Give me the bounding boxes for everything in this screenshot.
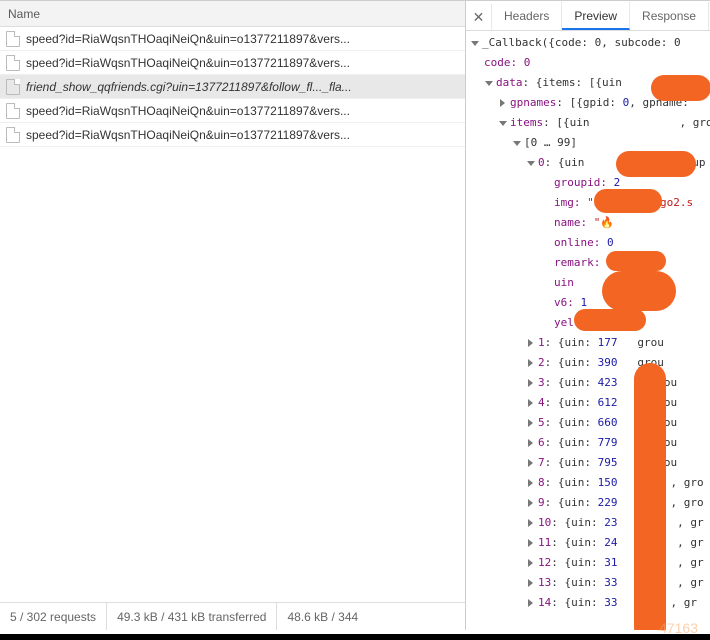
chevron-right-icon[interactable]: [526, 518, 536, 528]
tab-response[interactable]: Response: [630, 2, 709, 30]
chevron-down-icon[interactable]: [526, 158, 536, 168]
request-row[interactable]: speed?id=RiaWqsnTHOaqiNeiQn&uin=o1377211…: [0, 27, 465, 51]
tree-row-item[interactable]: 1: {uin: 177 grou: [470, 333, 710, 353]
request-row[interactable]: speed?id=RiaWqsnTHOaqiNeiQn&uin=o1377211…: [0, 99, 465, 123]
tree-row-online[interactable]: online: 0: [470, 233, 710, 253]
tree-row-item[interactable]: 3: {uin: 423 , grou: [470, 373, 710, 393]
tree-row-name[interactable]: name: "🔥: [470, 213, 710, 233]
tree-row-range[interactable]: [0 … 99]: [470, 133, 710, 153]
tree-row-items[interactable]: items: [{uin , grou: [470, 113, 710, 133]
tab-headers[interactable]: Headers: [492, 2, 562, 30]
file-icon: [6, 55, 20, 71]
request-list: speed?id=RiaWqsnTHOaqiNeiQn&uin=o1377211…: [0, 27, 465, 602]
chevron-right-icon[interactable]: [498, 98, 508, 108]
file-icon: [6, 103, 20, 119]
tree-row-callback[interactable]: _Callback({code: 0, subcode: 0: [470, 33, 710, 53]
network-requests-panel: Name speed?id=RiaWqsnTHOaqiNeiQn&uin=o13…: [0, 1, 466, 630]
close-icon[interactable]: ✕: [466, 4, 492, 30]
file-icon: [6, 127, 20, 143]
tree-row-data[interactable]: data: {items: [{uin: [470, 73, 710, 93]
tree-row-item-0[interactable]: 0: {uin group: [470, 153, 710, 173]
chevron-right-icon[interactable]: [526, 418, 536, 428]
request-name: friend_show_qqfriends.cgi?uin=1377211897…: [26, 75, 352, 99]
status-requests: 5 / 302 requests: [0, 603, 107, 630]
tree-row-remark[interactable]: remark:: [470, 253, 710, 273]
chevron-right-icon[interactable]: [526, 478, 536, 488]
chevron-right-icon[interactable]: [526, 338, 536, 348]
tree-row-item[interactable]: 13: {uin: 33 72 , gr: [470, 573, 710, 593]
preview-content[interactable]: _Callback({code: 0, subcode: 0 code: 0 d…: [466, 31, 710, 630]
file-icon: [6, 79, 20, 95]
tree-row-yellow[interactable]: yellow: -1: [470, 313, 710, 333]
chevron-down-icon[interactable]: [484, 78, 494, 88]
tree-row-gpnames[interactable]: gpnames: [{gpid: 0, gpname:: [470, 93, 710, 113]
tree-row-item[interactable]: 12: {uin: 31 94 , gr: [470, 553, 710, 573]
tree-row-item[interactable]: 10: {uin: 23 09 , gr: [470, 513, 710, 533]
tree-row-item[interactable]: 7: {uin: 795 , grou: [470, 453, 710, 473]
chevron-right-icon[interactable]: [526, 538, 536, 548]
tree-row-code[interactable]: code: 0: [470, 53, 710, 73]
chevron-right-icon[interactable]: [526, 598, 536, 608]
tree-row-item[interactable]: 6: {uin: 779 , grou: [470, 433, 710, 453]
detail-panel: ✕ Headers Preview Response _Callback({co…: [466, 1, 710, 630]
request-name: speed?id=RiaWqsnTHOaqiNeiQn&uin=o1377211…: [26, 123, 350, 147]
tree-row-item[interactable]: 9: {uin: 229 0 , gro: [470, 493, 710, 513]
bottom-border: [0, 634, 710, 640]
request-row[interactable]: speed?id=RiaWqsnTHOaqiNeiQn&uin=o1377211…: [0, 51, 465, 75]
chevron-right-icon[interactable]: [526, 378, 536, 388]
tree-row-item[interactable]: 5: {uin: 660 , grou: [470, 413, 710, 433]
chevron-down-icon[interactable]: [498, 118, 508, 128]
tree-row-v6[interactable]: v6: 1: [470, 293, 710, 313]
column-header-name[interactable]: Name: [0, 1, 465, 27]
request-name: speed?id=RiaWqsnTHOaqiNeiQn&uin=o1377211…: [26, 99, 350, 123]
tree-row-item[interactable]: 4: {uin: 612 , grou: [470, 393, 710, 413]
status-resource: 48.6 kB / 344: [277, 603, 368, 630]
tab-preview[interactable]: Preview: [562, 2, 630, 30]
chevron-right-icon[interactable]: [526, 398, 536, 408]
tree-row-uin[interactable]: uin: [470, 273, 710, 293]
status-bar: 5 / 302 requests 49.3 kB / 431 kB transf…: [0, 602, 465, 630]
chevron-down-icon[interactable]: [512, 138, 522, 148]
chevron-right-icon[interactable]: [526, 558, 536, 568]
chevron-down-icon[interactable]: [470, 38, 480, 48]
chevron-right-icon[interactable]: [526, 458, 536, 468]
tree-row-item[interactable]: 8: {uin: 150 4 , gro: [470, 473, 710, 493]
request-row[interactable]: speed?id=RiaWqsnTHOaqiNeiQn&uin=o1377211…: [0, 123, 465, 147]
tree-row-img[interactable]: img: "http://qlogo2.s: [470, 193, 710, 213]
tree-row-item[interactable]: 14: {uin: 33 0 , gr: [470, 593, 710, 613]
request-name: speed?id=RiaWqsnTHOaqiNeiQn&uin=o1377211…: [26, 51, 350, 75]
tree-row-item[interactable]: 11: {uin: 24 28 , gr: [470, 533, 710, 553]
status-transferred: 49.3 kB / 431 kB transferred: [107, 603, 277, 630]
chevron-right-icon[interactable]: [526, 498, 536, 508]
file-icon: [6, 31, 20, 47]
request-name: speed?id=RiaWqsnTHOaqiNeiQn&uin=o1377211…: [26, 27, 350, 51]
chevron-right-icon[interactable]: [526, 578, 536, 588]
tree-row-item[interactable]: 2: {uin: 390 grou: [470, 353, 710, 373]
chevron-right-icon[interactable]: [526, 358, 536, 368]
chevron-right-icon[interactable]: [526, 438, 536, 448]
tabs: ✕ Headers Preview Response: [466, 1, 710, 31]
request-row[interactable]: friend_show_qqfriends.cgi?uin=1377211897…: [0, 75, 465, 99]
tree-row-groupid[interactable]: groupid: 2: [470, 173, 710, 193]
